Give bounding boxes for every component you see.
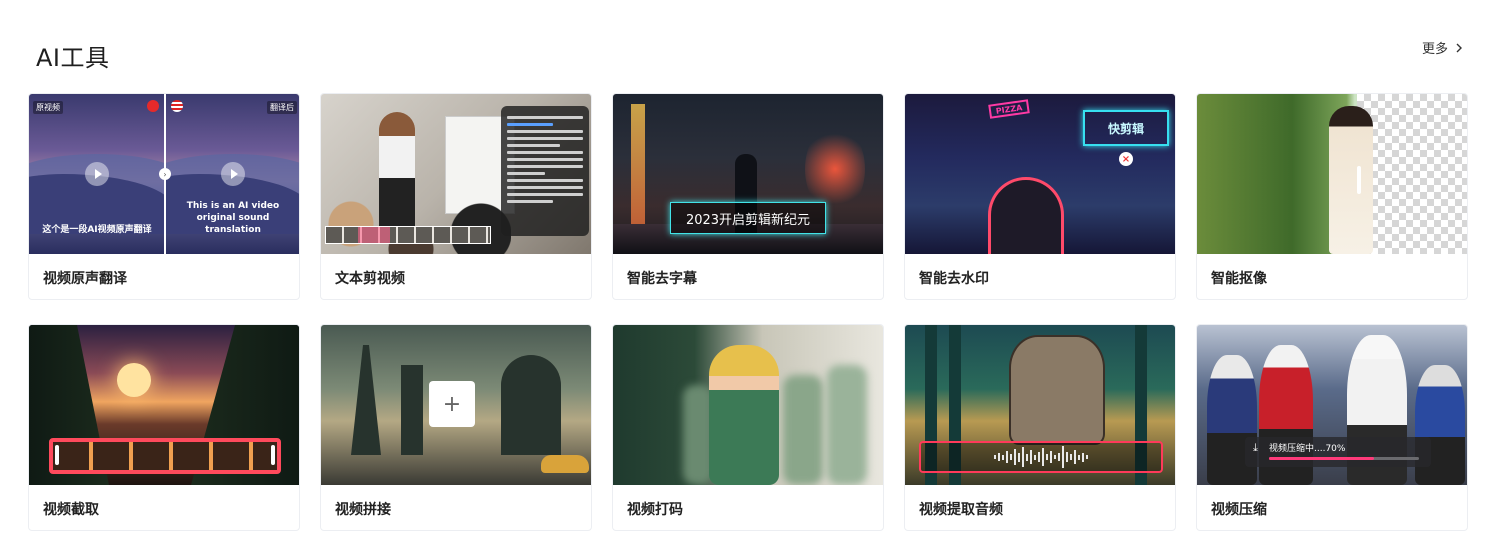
tool-label: 视频原声翻译 bbox=[43, 270, 127, 287]
tool-card-remove-watermark[interactable]: PIZZA 快剪辑 × 智能去水印 bbox=[904, 93, 1176, 300]
text-edit-thumbnail bbox=[321, 94, 591, 254]
compare-handle-icon: › bbox=[159, 168, 171, 180]
tool-label: 智能去字幕 bbox=[627, 270, 697, 287]
tool-card-compress[interactable]: ⤓ 视频压缩中....70% 视频压缩 bbox=[1196, 324, 1468, 531]
progress-text: 视频压缩中....70% bbox=[1269, 444, 1346, 454]
progress-fill bbox=[1269, 457, 1374, 460]
filmstrip bbox=[325, 226, 491, 244]
add-icon: + bbox=[429, 381, 475, 427]
tool-card-trim[interactable]: 视频截取 bbox=[28, 324, 300, 531]
mosaic-thumbnail bbox=[613, 325, 883, 485]
trim-handle-left bbox=[55, 445, 59, 465]
tool-label: 视频提取音频 bbox=[919, 501, 1003, 518]
caption-english: This is an AI video original sound trans… bbox=[186, 201, 280, 235]
more-link[interactable]: 更多 bbox=[1422, 38, 1464, 57]
transparency-grid bbox=[1357, 94, 1467, 254]
remove-subtitle-thumbnail: 2023开启剪辑新纪元 bbox=[613, 94, 883, 254]
progress-bar bbox=[1269, 457, 1419, 460]
compress-thumbnail: ⤓ 视频压缩中....70% bbox=[1197, 325, 1467, 485]
tools-grid: 原视频 这个是一段AI视频原声翻译 翻译后 This is an AI vide… bbox=[28, 93, 1468, 531]
compress-progress-panel: ⤓ 视频压缩中....70% bbox=[1245, 437, 1431, 467]
compare-slider-icon bbox=[1357, 166, 1361, 194]
trim-strip bbox=[49, 438, 281, 474]
us-flag-icon bbox=[171, 100, 183, 112]
caption-chinese: 这个是一段AI视频原声翻译 bbox=[42, 225, 152, 235]
remove-watermark-thumbnail: PIZZA 快剪辑 × bbox=[905, 94, 1175, 254]
trim-thumbnail bbox=[29, 325, 299, 485]
tool-card-cutout[interactable]: 智能抠像 bbox=[1196, 93, 1468, 300]
download-icon: ⤓ bbox=[1253, 441, 1258, 454]
chevron-right-icon bbox=[1456, 43, 1462, 52]
tool-card-extract-audio[interactable]: 视频提取音频 bbox=[904, 324, 1176, 531]
close-icon: × bbox=[1119, 152, 1133, 166]
watermark-logo: 快剪辑 bbox=[1083, 110, 1169, 146]
extract-audio-thumbnail bbox=[905, 325, 1175, 485]
section-title: AI工具 bbox=[36, 44, 110, 72]
tool-card-remove-subtitle[interactable]: 2023开启剪辑新纪元 智能去字幕 bbox=[612, 93, 884, 300]
tool-card-mosaic[interactable]: 视频打码 bbox=[612, 324, 884, 531]
translated-video-pane: 翻译后 This is an AI video original sound t… bbox=[165, 94, 299, 254]
tool-label: 视频打码 bbox=[627, 501, 683, 518]
waveform bbox=[919, 441, 1163, 473]
subtitle-box: 2023开启剪辑新纪元 bbox=[670, 202, 826, 234]
video-translate-thumbnail: 原视频 这个是一段AI视频原声翻译 翻译后 This is an AI vide… bbox=[29, 94, 299, 254]
play-icon bbox=[221, 162, 245, 186]
tool-card-text-edit[interactable]: 文本剪视频 bbox=[320, 93, 592, 300]
play-icon bbox=[85, 162, 109, 186]
neon-sign: PIZZA bbox=[988, 99, 1030, 119]
more-label: 更多 bbox=[1421, 42, 1448, 57]
tool-label: 视频截取 bbox=[43, 501, 99, 518]
tool-label: 视频拼接 bbox=[335, 501, 391, 518]
original-video-pane: 原视频 这个是一段AI视频原声翻译 bbox=[29, 94, 165, 254]
transcript-panel bbox=[501, 106, 589, 236]
merge-thumbnail: + bbox=[321, 325, 591, 485]
tool-label: 智能去水印 bbox=[919, 270, 989, 287]
tool-label: 文本剪视频 bbox=[335, 270, 405, 287]
translated-tag: 翻译后 bbox=[267, 101, 297, 114]
tool-label: 视频压缩 bbox=[1211, 501, 1267, 518]
tool-card-video-translate[interactable]: 原视频 这个是一段AI视频原声翻译 翻译后 This is an AI vide… bbox=[28, 93, 300, 300]
tool-label: 智能抠像 bbox=[1211, 270, 1267, 287]
trim-handle-right bbox=[271, 445, 275, 465]
watermark-text: 快剪辑 bbox=[1107, 121, 1144, 136]
china-flag-icon bbox=[147, 100, 159, 112]
original-tag: 原视频 bbox=[33, 101, 63, 114]
tool-card-merge[interactable]: + 视频拼接 bbox=[320, 324, 592, 531]
cutout-thumbnail bbox=[1197, 94, 1467, 254]
